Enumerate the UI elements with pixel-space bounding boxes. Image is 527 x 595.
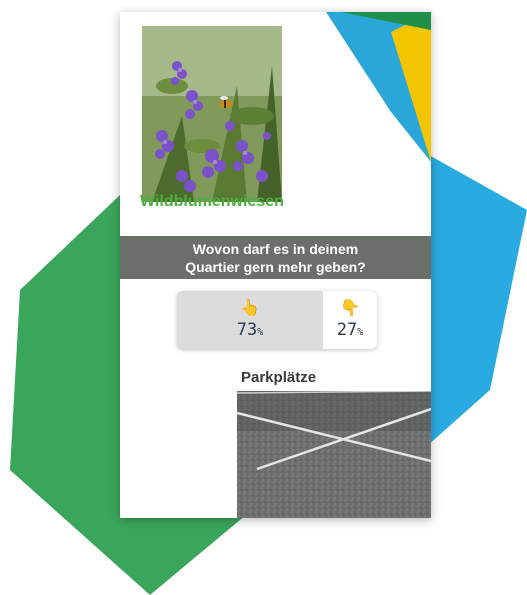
question-line-2: Quartier gern mehr geben? [185,258,366,275]
poll-up-percent-display: 73% [237,320,264,340]
poll-up-percent: 73 [236,320,258,340]
percent-sign: % [357,327,364,338]
poll-down-percent: 27 [336,320,358,340]
poll-option-down[interactable]: 👇 27% [323,291,377,349]
pointing-up-icon: 👆 [240,300,260,317]
option-a-label: Wildblumenwiesen [140,193,284,210]
poll-option-up[interactable]: 👆 73% [177,291,323,349]
flower-meadow-photo[interactable] [142,26,282,202]
poll-down-percent-display: 27% [337,320,364,340]
story-card: Wildblumenwiesen Wovon darf es in deinem… [120,12,431,518]
question-line-1: Wovon darf es in deinem [192,240,359,257]
poll-widget: 👆 73% 👇 27% [177,291,377,349]
option-b-label: Parkplätze [241,369,317,386]
question-banner: Wovon darf es in deinem Quartier gern me… [120,236,431,279]
pointing-down-icon: 👇 [340,300,360,317]
parking-lot-photo[interactable] [237,391,431,518]
percent-sign: % [257,327,264,338]
